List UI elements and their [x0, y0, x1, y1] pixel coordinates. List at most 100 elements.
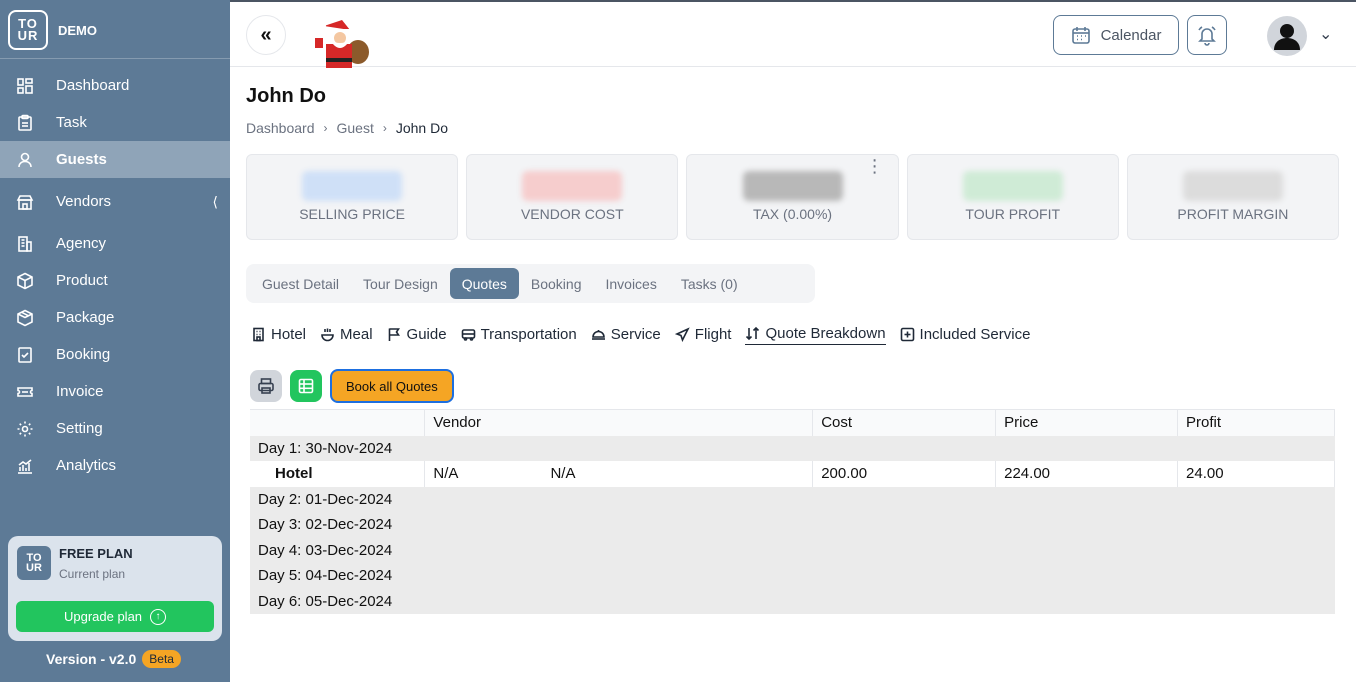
sidebar: TO UR DEMO Dashboard Task Guests Vendors …: [0, 0, 230, 682]
double-chevron-left-icon: «: [260, 23, 272, 46]
stat-label: VENDOR COST: [520, 206, 624, 222]
sidebar-item-product[interactable]: Product: [0, 262, 230, 299]
store-icon: [16, 193, 34, 211]
day-label: Day 3: 02-Dec-2024: [250, 512, 1335, 538]
column-header: Price: [995, 409, 1179, 436]
sidebar-item-invoice[interactable]: Invoice: [0, 373, 230, 410]
blurred-value: [522, 171, 623, 201]
item-vendor: N/A N/A: [424, 461, 814, 487]
sidebar-item-vendors[interactable]: Vendors ⟨: [0, 178, 230, 225]
column-header: Vendor: [424, 409, 814, 436]
main-tabs: Guest Detail Tour Design Quotes Booking …: [246, 264, 815, 303]
tab-tour-design[interactable]: Tour Design: [351, 268, 450, 299]
brand[interactable]: TO UR DEMO: [8, 10, 97, 50]
plan-logo: TO UR: [17, 546, 51, 580]
stat-label: TOUR PROFIT: [965, 206, 1061, 222]
box-icon: [16, 272, 34, 290]
sidebar-item-dashboard[interactable]: Dashboard: [0, 67, 230, 104]
tab-invoices[interactable]: Invoices: [593, 268, 668, 299]
table-row: Hotel N/A N/A 200.00 224.00 24.00: [250, 461, 1335, 487]
day-label: Day 5: 04-Dec-2024: [250, 563, 1335, 589]
sidebar-item-label: Package: [56, 309, 115, 326]
calendar-icon: [1071, 27, 1090, 44]
subtab-flight[interactable]: Flight: [674, 323, 731, 345]
subtab-included-service[interactable]: Included Service: [900, 323, 1031, 345]
package-icon: [16, 309, 34, 327]
sidebar-item-booking[interactable]: Booking: [0, 336, 230, 373]
sidebar-item-label: Booking: [56, 346, 111, 363]
bus-icon: [461, 328, 475, 341]
sidebar-item-package[interactable]: Package: [0, 299, 230, 336]
item-cost: 200.00: [812, 461, 997, 487]
subtab-quote-breakdown[interactable]: Quote Breakdown: [745, 323, 886, 345]
hotel-icon: [253, 327, 264, 341]
meal-icon: [321, 328, 334, 341]
breadcrumb-current: John Do: [395, 120, 449, 136]
sidebar-item-label: Vendors: [56, 193, 112, 210]
stat-label: PROFIT MARGIN: [1177, 206, 1289, 222]
item-name: Hotel: [250, 461, 426, 487]
ticket-icon: [16, 383, 34, 401]
brand-logo: TO UR: [8, 10, 48, 50]
subtab-label: Hotel: [271, 325, 307, 343]
dashboard-icon: [16, 77, 34, 95]
column-header: [250, 409, 426, 436]
subtab-guide[interactable]: Guide: [387, 323, 447, 345]
subtab-label: Included Service: [919, 325, 1031, 343]
breadcrumb-guest[interactable]: Guest: [337, 120, 374, 136]
book-all-quotes-button[interactable]: Book all Quotes: [330, 369, 454, 403]
subtab-service[interactable]: Service: [591, 323, 661, 345]
day-row: Day 3: 02-Dec-2024: [250, 512, 1335, 538]
sidebar-item-task[interactable]: Task: [0, 104, 230, 141]
collapse-sidebar-button[interactable]: «: [246, 15, 286, 55]
tab-booking[interactable]: Booking: [519, 268, 594, 299]
day-label: Day 4: 03-Dec-2024: [250, 537, 1335, 563]
sidebar-item-guests[interactable]: Guests: [0, 141, 230, 178]
subtab-meal[interactable]: Meal: [320, 323, 373, 345]
calendar-label: Calendar: [1100, 26, 1162, 44]
print-button[interactable]: [250, 370, 282, 402]
subtab-label: Service: [610, 325, 661, 343]
kebab-menu-icon[interactable]: ⋮: [866, 157, 884, 175]
stat-vendor-cost: VENDOR COST: [466, 154, 679, 240]
notifications-button[interactable]: [1187, 15, 1227, 55]
table-header-row: Vendor Cost Price Profit: [250, 409, 1335, 436]
sidebar-item-label: Invoice: [56, 383, 104, 400]
quote-actions: Book all Quotes: [250, 369, 454, 403]
tab-tasks[interactable]: Tasks (0): [669, 268, 750, 299]
page-title: John Do: [246, 85, 326, 107]
stat-label: SELLING PRICE: [299, 206, 406, 222]
printer-icon: [258, 378, 274, 394]
clipboard-icon: [16, 114, 34, 132]
day-row: Day 1: 30-Nov-2024: [250, 435, 1335, 461]
calendar-button[interactable]: Calendar: [1053, 15, 1179, 55]
export-sheet-button[interactable]: [290, 370, 322, 402]
tab-guest-detail[interactable]: Guest Detail: [250, 268, 351, 299]
sidebar-item-setting[interactable]: Setting: [0, 410, 230, 447]
breadcrumb-dashboard[interactable]: Dashboard: [246, 120, 315, 136]
sidebar-item-label: Task: [56, 114, 87, 131]
day-row: Day 2: 01-Dec-2024: [250, 486, 1335, 512]
stat-tour-profit: TOUR PROFIT: [906, 154, 1119, 240]
chevron-left-icon[interactable]: ⟨: [213, 193, 218, 210]
sidebar-item-analytics[interactable]: Analytics: [0, 447, 230, 484]
stat-tax: TAX (0.00%) ⋮: [686, 154, 899, 240]
avatar-icon: [1274, 24, 1300, 50]
subtab-hotel[interactable]: Hotel: [251, 323, 306, 345]
day-row: Day 4: 03-Dec-2024: [250, 537, 1335, 563]
quote-breakdown-table: Vendor Cost Price Profit Day 1: 30-Nov-2…: [250, 409, 1335, 614]
tab-quotes[interactable]: Quotes: [449, 268, 519, 299]
subtab-transportation[interactable]: Transportation: [461, 323, 577, 345]
subtab-label: Guide: [406, 325, 447, 343]
subtab-label: Meal: [340, 325, 373, 343]
brand-name: DEMO: [58, 22, 97, 38]
sidebar-item-agency[interactable]: Agency: [0, 225, 230, 262]
stat-profit-margin: PROFIT MARGIN: [1126, 154, 1340, 240]
sidebar-item-label: Setting: [56, 420, 103, 437]
chevron-down-icon[interactable]: ⌄: [1319, 24, 1332, 44]
bell-icon: [1198, 26, 1216, 46]
upgrade-plan-button[interactable]: Upgrade plan ↑: [16, 601, 214, 632]
booking-icon: [16, 346, 34, 364]
user-avatar[interactable]: [1267, 16, 1307, 56]
subtab-label: Quote Breakdown: [765, 325, 886, 342]
